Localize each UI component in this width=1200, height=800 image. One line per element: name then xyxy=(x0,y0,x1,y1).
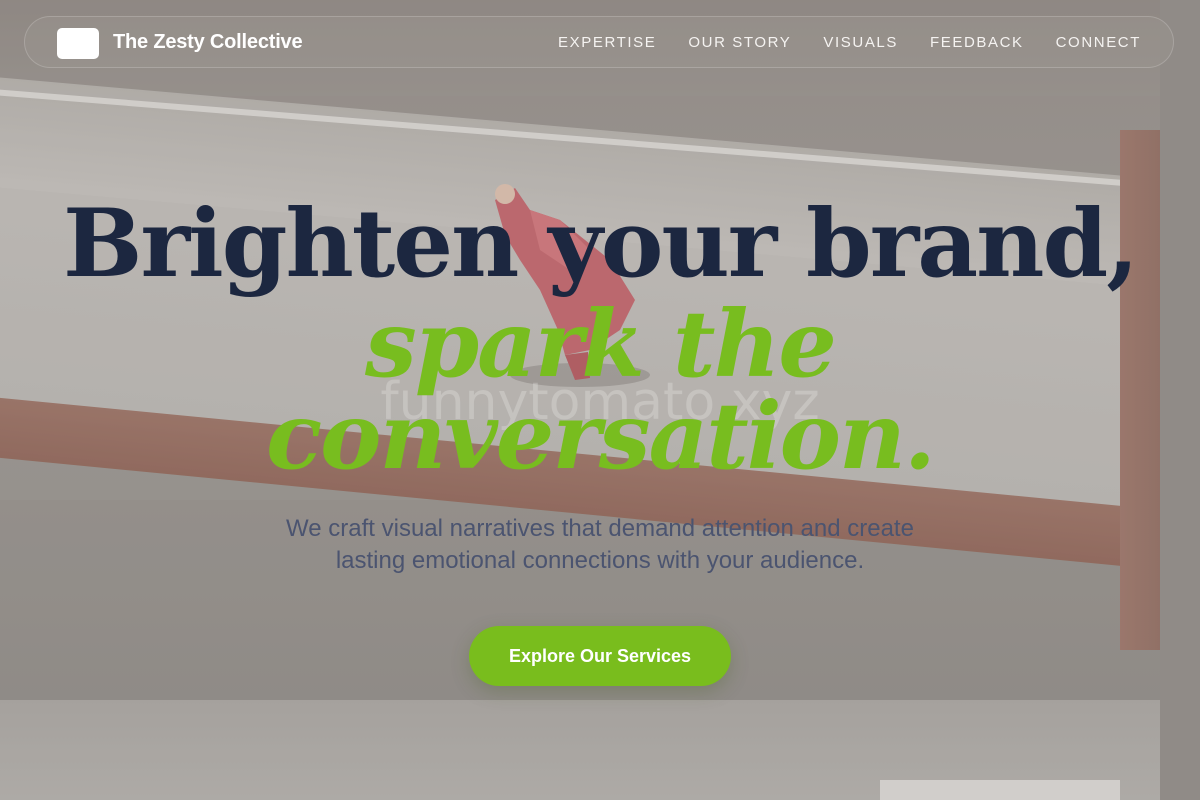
hero-accent-line-2: conversation. xyxy=(266,382,936,490)
nav-link-visuals[interactable]: VISUALS xyxy=(823,34,898,51)
brand-name[interactable]: The Zesty Collective xyxy=(113,31,303,54)
hero-subtitle: We craft visual narratives that demand a… xyxy=(286,515,914,574)
explore-services-button[interactable]: Explore Our Services xyxy=(469,626,731,686)
nav-link-connect[interactable]: CONNECT xyxy=(1056,34,1141,51)
top-navigation: The Zesty Collective EXPERTISE OUR STORY… xyxy=(24,16,1174,68)
brand-logo[interactable] xyxy=(57,28,99,59)
nav-links: EXPERTISE OUR STORY VISUALS FEEDBACK CON… xyxy=(558,34,1141,51)
nav-link-feedback[interactable]: FEEDBACK xyxy=(930,34,1024,51)
hero-headline: Brighten your brand, xyxy=(63,189,1139,299)
nav-link-our-story[interactable]: OUR STORY xyxy=(688,34,791,51)
nav-link-expertise[interactable]: EXPERTISE xyxy=(558,34,656,51)
hero-accent-line-1: spark the xyxy=(365,290,837,398)
